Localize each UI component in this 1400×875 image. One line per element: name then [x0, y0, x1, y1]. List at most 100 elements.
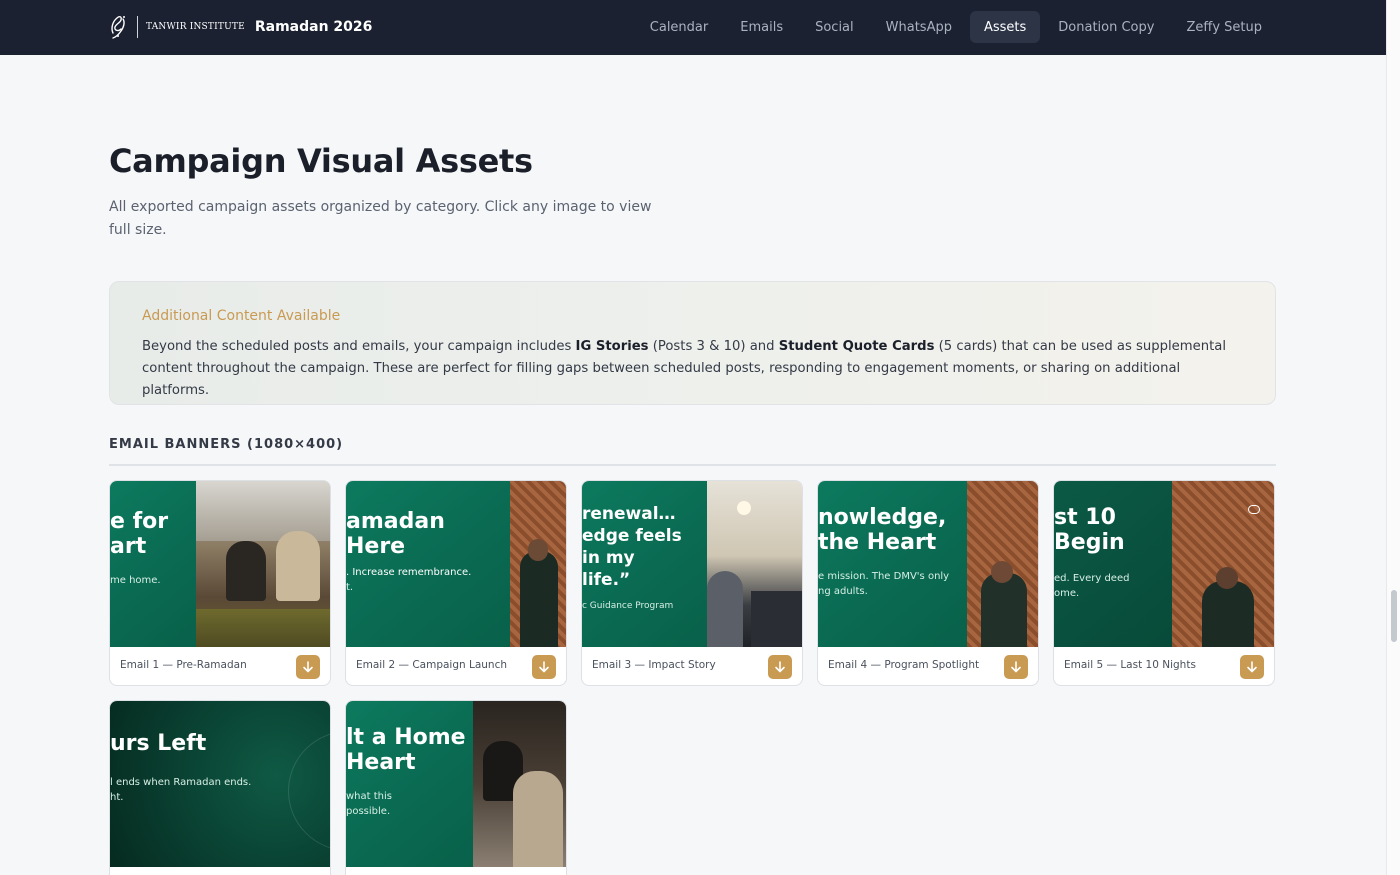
section-title-email-banners: EMAIL BANNERS (1080×400): [109, 437, 344, 452]
banner-subline-line: t.: [346, 582, 354, 593]
banner-headline: st 10 Begin: [1054, 505, 1125, 555]
download-button[interactable]: [1240, 655, 1264, 679]
brand[interactable]: TANWIR INSTITUTE Ramadan 2026: [109, 12, 372, 42]
nav-links: Calendar Emails Social WhatsApp Assets D…: [636, 11, 1276, 43]
banner-headline-line: Begin: [1054, 530, 1125, 555]
banner-headline: amadan Here: [346, 509, 445, 559]
callout-text-part: Beyond the scheduled posts and emails, y…: [142, 339, 576, 354]
download-button[interactable]: [768, 655, 792, 679]
banner-thumbnail[interactable]: urs Left l ends when Ramadan ends. ht.: [110, 701, 330, 867]
banner-headline-line: edge feels: [582, 526, 682, 546]
banner-thumbnail[interactable]: amadan Here . Increase remembrance. t.: [346, 481, 566, 647]
asset-card-email-2[interactable]: amadan Here . Increase remembrance. t. Ema…: [345, 480, 567, 686]
nav-link-assets[interactable]: Assets: [969, 11, 1041, 43]
banner-headline-line: lt a Home: [346, 725, 466, 750]
banner-subline: c Guidance Program: [582, 601, 674, 611]
banner-photo: [473, 701, 566, 867]
banner-headline: nowledge, the Heart: [818, 505, 946, 555]
callout-text-part: (Posts 3 & 10) and: [648, 339, 779, 354]
banner-photo: [510, 481, 566, 647]
nav-link-donation-copy[interactable]: Donation Copy: [1044, 11, 1168, 43]
download-arrow-icon: [1247, 661, 1257, 673]
download-arrow-icon: [303, 661, 313, 673]
banner-headline-line: amadan: [346, 509, 445, 534]
banner-subline: . Increase remembrance. t.: [346, 565, 471, 595]
banner-photo: [1172, 481, 1274, 647]
card-caption: Email 1 — Pre-Ramadan: [120, 659, 247, 671]
brand-title: Ramadan 2026: [254, 19, 373, 35]
banner-headline-line: renewal…: [582, 504, 676, 524]
calligraphy-logo-icon: [111, 16, 125, 39]
page-title: Campaign Visual Assets: [109, 142, 533, 180]
banner-headline-line: e for: [110, 509, 169, 534]
banner-photo: [196, 481, 330, 647]
callout-bold-quote-cards: Student Quote Cards: [778, 339, 935, 354]
brand-logo: TANWIR INSTITUTE: [109, 13, 245, 41]
banner-headline-line: Here: [346, 534, 406, 559]
banner-subline-line: ed. Every deed: [1054, 573, 1130, 584]
banner-headline-line: the Heart: [818, 530, 937, 555]
brand-divider: [137, 16, 138, 38]
card-caption: Email 3 — Impact Story: [592, 659, 716, 671]
nav-link-calendar[interactable]: Calendar: [636, 11, 722, 43]
callout-bold-ig-stories: IG Stories: [575, 339, 649, 354]
download-arrow-icon: [775, 661, 785, 673]
banner-subline: what this possible.: [346, 789, 392, 819]
download-arrow-icon: [1011, 661, 1021, 673]
card-caption: Email 5 — Last 10 Nights: [1064, 659, 1196, 671]
top-navbar: TANWIR INSTITUTE Ramadan 2026 Calendar E…: [0, 0, 1386, 55]
callout-title: Additional Content Available: [142, 308, 341, 324]
banner-headline: e for art: [110, 509, 168, 559]
section-divider: [109, 464, 1276, 466]
brand-institute-name: TANWIR INSTITUTE: [146, 22, 245, 32]
asset-card-email-5[interactable]: st 10 Begin ed. Every deed ome. Email 5 — …: [1053, 480, 1275, 686]
banner-photo: [707, 481, 802, 647]
scrollbar-thumb[interactable]: [1391, 590, 1397, 642]
banner-thumbnail[interactable]: renewal… edge feels in my life.” c Guidance…: [582, 481, 802, 647]
banner-subline-line: l ends when Ramadan ends.: [110, 777, 252, 788]
banner-thumbnail[interactable]: st 10 Begin ed. Every deed ome.: [1054, 481, 1274, 647]
banner-headline-line: life.”: [582, 570, 631, 590]
page-subtitle: All exported campaign assets organized b…: [109, 199, 652, 238]
banner-subline-line: . Increase remembrance.: [346, 567, 472, 578]
banner-subline: l ends when Ramadan ends. ht.: [110, 775, 251, 805]
banner-headline-line: in my: [582, 548, 635, 568]
download-button[interactable]: [532, 655, 556, 679]
banner-headline: lt a Home Heart: [346, 725, 466, 775]
asset-card-email-3[interactable]: renewal… edge feels in my life.” c Guidance…: [581, 480, 803, 686]
nav-link-whatsapp[interactable]: WhatsApp: [872, 11, 966, 43]
nav-link-emails[interactable]: Emails: [726, 11, 797, 43]
banner-subline: ed. Every deed ome.: [1054, 571, 1129, 601]
additional-content-callout: Additional Content Available Beyond the …: [109, 281, 1276, 405]
banner-subline: e mission. The DMV's only ng adults.: [818, 569, 949, 599]
banner-subline-line: e mission. The DMV's only: [818, 571, 950, 582]
banner-subline-line: possible.: [346, 806, 391, 817]
banner-green-panel: [346, 481, 510, 647]
banner-subline-line: ome.: [1054, 588, 1080, 599]
banner-green-panel: [110, 481, 196, 647]
nav-link-zeffy-setup[interactable]: Zeffy Setup: [1172, 11, 1276, 43]
download-arrow-icon: [539, 661, 549, 673]
asset-card-email-1[interactable]: e for art me home. Email 1 — Pre-Ramadan: [109, 480, 331, 686]
callout-text: Beyond the scheduled posts and emails, y…: [142, 336, 1242, 402]
banner-headline: renewal… edge feels in my life.”: [582, 503, 682, 591]
banner-thumbnail[interactable]: e for art me home.: [110, 481, 330, 647]
banner-subline-line: ht.: [110, 792, 124, 803]
banner-thumbnail[interactable]: lt a Home Heart what this possible.: [346, 701, 566, 867]
banner-headline-line: st 10: [1054, 505, 1116, 530]
banner-headline-line: Heart: [346, 750, 416, 775]
banner-subline: me home.: [110, 575, 161, 586]
banner-headline: urs Left: [110, 731, 207, 756]
download-button[interactable]: [1004, 655, 1028, 679]
banner-headline-line: nowledge,: [818, 505, 947, 530]
banner-thumbnail[interactable]: nowledge, the Heart e mission. The DMV's…: [818, 481, 1038, 647]
download-button[interactable]: [296, 655, 320, 679]
card-caption: Email 2 — Campaign Launch: [356, 659, 508, 671]
banner-headline-line: art: [110, 534, 147, 559]
asset-card-email-4[interactable]: nowledge, the Heart e mission. The DMV's…: [817, 480, 1039, 686]
nav-link-social[interactable]: Social: [801, 11, 868, 43]
asset-card-email-7[interactable]: lt a Home Heart what this possible.: [345, 700, 567, 875]
banner-subline-line: ng adults.: [818, 586, 868, 597]
page-scrollbar[interactable]: [1386, 0, 1400, 875]
asset-card-email-6[interactable]: urs Left l ends when Ramadan ends. ht.: [109, 700, 331, 875]
